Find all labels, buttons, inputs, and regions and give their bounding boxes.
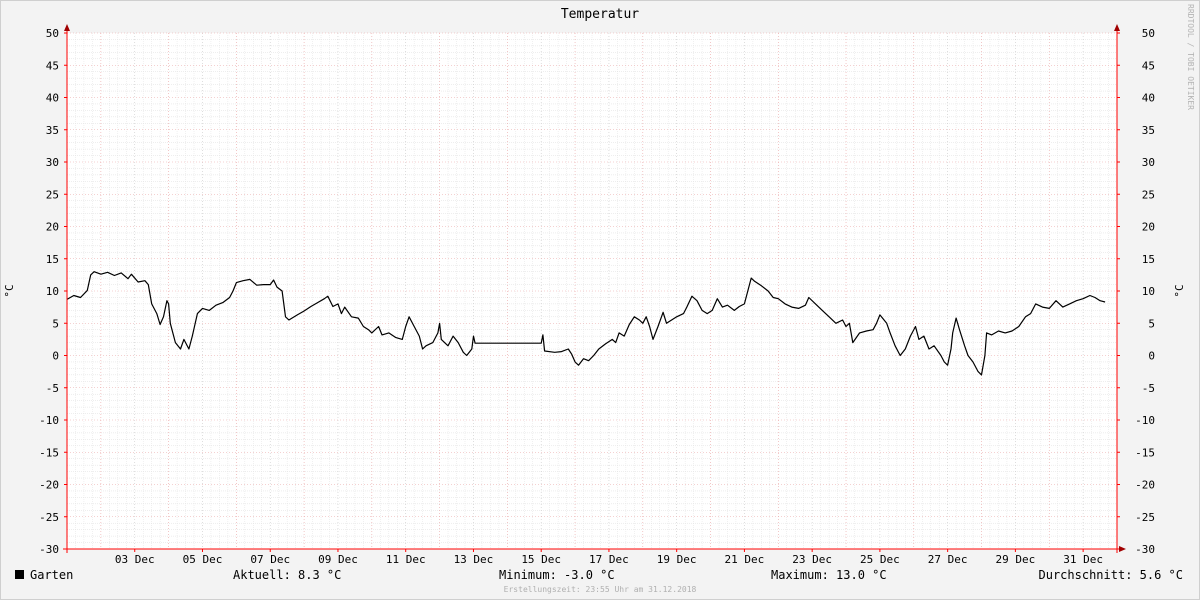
x-tick-label: 07 Dec — [250, 553, 290, 566]
legend-current: Aktuell: 8.3 °C — [233, 568, 341, 582]
legend-maximum: Maximum: 13.0 °C — [771, 568, 887, 582]
x-tick-label: 21 Dec — [725, 553, 765, 566]
legend-average: Durchschnitt: 5.6 °C — [1039, 568, 1184, 582]
y-tick-label: 40 — [1142, 92, 1155, 105]
x-tick-label: 11 Dec — [386, 553, 426, 566]
y-tick-label: 20 — [46, 221, 59, 234]
x-tick-label: 15 Dec — [521, 553, 561, 566]
rrdtool-watermark: RRDTOOL / TOBI OETIKER — [1186, 4, 1195, 110]
y-tick-label: 35 — [46, 124, 59, 137]
y-axis-label-left: °C — [3, 284, 16, 297]
y-tick-label: 35 — [1142, 124, 1155, 137]
x-tick-label: 19 Dec — [657, 553, 697, 566]
y-tick-label: 30 — [46, 156, 59, 169]
x-tick-label: 09 Dec — [318, 553, 358, 566]
y-tick-label: 20 — [1142, 221, 1155, 234]
y-tick-label: 5 — [1148, 317, 1155, 330]
y-tick-label: 25 — [1142, 188, 1155, 201]
y-tick-label: 50 — [1142, 27, 1155, 40]
x-tick-label: 27 Dec — [928, 553, 968, 566]
x-tick-label: 03 Dec — [115, 553, 155, 566]
y-tick-label: 15 — [1142, 253, 1155, 266]
y-tick-label: 15 — [46, 253, 59, 266]
y-tick-label: -15 — [39, 446, 59, 459]
y-tick-label: -20 — [39, 479, 59, 492]
y-tick-label: 45 — [1142, 59, 1155, 72]
temperature-chart: -30-25-20-15-10-505101520253035404550 -3… — [0, 0, 1200, 600]
x-tick-label: 25 Dec — [860, 553, 900, 566]
y-tick-label: 0 — [52, 350, 59, 363]
x-tick-label: 13 Dec — [454, 553, 494, 566]
footer-timestamp: Erstellungszeit: 23:55 Uhr am 31.12.2018 — [504, 585, 697, 594]
y-tick-label: 50 — [46, 27, 59, 40]
legend-minimum: Minimum: -3.0 °C — [499, 568, 615, 582]
y-tick-label: -10 — [39, 414, 59, 427]
y-tick-label: -25 — [39, 511, 59, 524]
x-tick-label: 29 Dec — [996, 553, 1036, 566]
x-tick-label: 31 Dec — [1063, 553, 1103, 566]
y-axis-label-right: °C — [1173, 284, 1186, 297]
y-tick-label: -5 — [1142, 382, 1155, 395]
y-tick-label: -25 — [1135, 511, 1155, 524]
y-tick-label: 30 — [1142, 156, 1155, 169]
y-tick-label: 5 — [52, 317, 59, 330]
legend-swatch — [15, 570, 24, 579]
y-tick-label: 10 — [46, 285, 59, 298]
y-tick-label: -10 — [1135, 414, 1155, 427]
y-tick-label: 10 — [1142, 285, 1155, 298]
legend-series-name: Garten — [30, 568, 73, 582]
y-tick-label: 0 — [1148, 350, 1155, 363]
x-tick-label: 23 Dec — [792, 553, 832, 566]
y-tick-label: 25 — [46, 188, 59, 201]
chart-title: Temperatur — [561, 7, 639, 22]
y-tick-label: -20 — [1135, 479, 1155, 492]
y-tick-label: 45 — [46, 59, 59, 72]
y-tick-label: -15 — [1135, 446, 1155, 459]
x-tick-label: 05 Dec — [183, 553, 223, 566]
x-tick-label: 17 Dec — [589, 553, 629, 566]
y-tick-label: -30 — [1135, 543, 1155, 556]
y-tick-label: -30 — [39, 543, 59, 556]
y-tick-label: 40 — [46, 92, 59, 105]
y-tick-label: -5 — [46, 382, 59, 395]
